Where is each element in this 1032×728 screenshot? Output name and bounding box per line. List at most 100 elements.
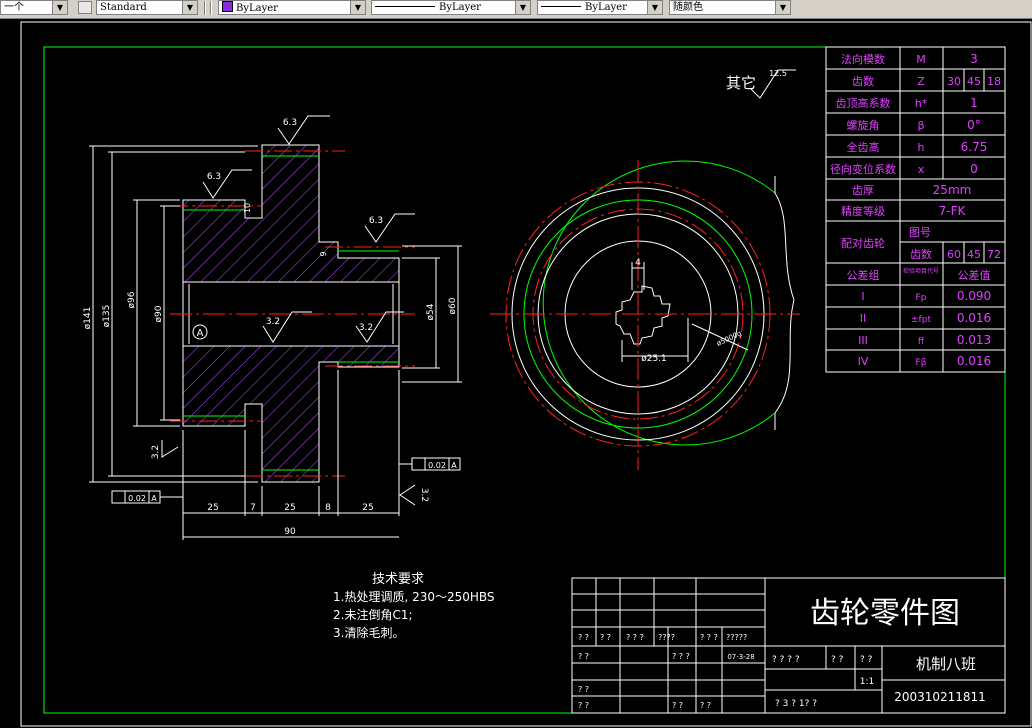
title-cell: ? ? — [860, 655, 873, 665]
dim-9: 9 — [319, 251, 328, 256]
roughness-3-2: 3.2 — [419, 488, 429, 502]
lineweight-value: ByLayer — [585, 2, 627, 13]
chevron-down-icon[interactable]: ▼ — [52, 1, 67, 14]
layer-value: ByLayer — [236, 3, 278, 14]
spec-row-value: 45 — [967, 75, 981, 88]
runout-value-2: 0.02 — [428, 461, 446, 470]
gear-section-view[interactable] — [170, 144, 415, 483]
spec-tol-symbol: ff — [918, 337, 925, 347]
layer-color-dropdown[interactable]: ByLayer ▼ — [218, 0, 366, 15]
bore-dia-25: ø25.1 — [641, 354, 667, 364]
roughness-6-3: 6.3 — [207, 172, 221, 182]
datum-label: A — [197, 328, 204, 339]
linetype-value: ByLayer — [439, 2, 481, 13]
sheet-info: ? 3 ? 1? ? — [775, 699, 817, 709]
spec-precision-value: 7-FK — [939, 204, 967, 218]
text-style-icon[interactable] — [78, 1, 92, 14]
spec-row-label: 法向模数 — [841, 52, 885, 66]
dim-25c: 25 — [362, 503, 373, 513]
spec-row-label: 全齿高 — [847, 140, 880, 154]
spec-thickness-label: 齿厚 — [852, 184, 874, 197]
dim-dia-90: ø90 — [154, 305, 164, 322]
drawing-scale: 1:1 — [860, 677, 874, 687]
linetype-sample-icon — [375, 6, 435, 7]
chevron-down-icon[interactable]: ▼ — [647, 1, 662, 14]
color-swatch-icon — [222, 1, 233, 12]
spec-mating-teeth-value: 60 — [947, 248, 961, 261]
dim-8: 8 — [325, 503, 331, 513]
title-cell: ? ? — [578, 633, 589, 642]
title-cell: ? ? ? — [672, 652, 690, 661]
spec-row-value: 3 — [970, 52, 978, 66]
chevron-down-icon[interactable]: ▼ — [182, 1, 197, 14]
spec-mating-label: 配对齿轮 — [841, 236, 885, 250]
gear-front-view[interactable] — [490, 160, 800, 470]
spec-tol-value: 0.013 — [957, 333, 991, 347]
dim-10: 10 — [243, 203, 252, 213]
spec-row-symbol: x — [918, 163, 925, 176]
runout-value-1: 0.02 — [128, 494, 146, 503]
plot-style-dropdown[interactable]: 随颜色 ▼ — [669, 0, 791, 15]
dim-25a: 25 — [207, 503, 218, 513]
spec-tol-group: I — [861, 290, 864, 303]
spec-tol-value: 0.090 — [957, 289, 991, 303]
spec-tol-value-label: 公差值 — [958, 268, 991, 282]
properties-toolbar: 一个 ▼ Standard ▼ ByLayer ▼ ByLayer ▼ ByLa… — [0, 0, 1032, 19]
roughness-symbols — [161, 69, 796, 506]
title-cell: ???? — [658, 633, 675, 642]
spec-tol-value: 0.016 — [957, 354, 991, 368]
spec-row-label: 径向变位系数 — [830, 162, 896, 176]
dim-90: 90 — [284, 527, 296, 537]
runout-datum-2: A — [451, 461, 457, 470]
title-cell: ? ? — [672, 701, 683, 710]
student-number: 200310211811 — [894, 690, 986, 704]
dim-7: 7 — [250, 503, 256, 513]
title-cell: ? ? — [831, 655, 844, 665]
spec-row-label: 齿顶高系数 — [836, 96, 891, 110]
spec-drawing-no-label: 图号 — [909, 226, 931, 239]
spec-tol-value: 0.016 — [957, 311, 991, 325]
title-cell: ????? — [726, 633, 747, 642]
spec-row-symbol: h* — [915, 97, 928, 110]
spec-tol-item-label: 检验项目代号 — [903, 267, 939, 275]
first-dropdown-value: 一个 — [4, 2, 24, 13]
lineweight-sample-icon — [541, 6, 581, 7]
drawing-canvas[interactable]: ø141 ø135 ø96 ø90 ø54 ø60 10 9 25 7 25 8… — [0, 18, 1032, 728]
spec-tol-group: IV — [858, 355, 869, 368]
spline-bore — [615, 285, 671, 345]
spec-row-symbol: h — [918, 141, 925, 154]
roughness-6-3: 6.3 — [283, 118, 297, 128]
tech-req-item-3: 3.清除毛刺。 — [333, 625, 404, 640]
spec-row-symbol: Z — [917, 75, 925, 88]
plot-style-value: 随颜色 — [673, 2, 703, 13]
spec-mating-teeth-label: 齿数 — [910, 248, 932, 261]
spec-tol-symbol: Fβ — [916, 358, 927, 368]
spec-row-label: 齿数 — [852, 75, 874, 88]
spec-row-value: 0° — [967, 118, 981, 132]
lineweight-dropdown[interactable]: ByLayer ▼ — [537, 0, 663, 15]
chevron-down-icon[interactable]: ▼ — [775, 1, 790, 14]
spec-tol-group: II — [860, 312, 867, 325]
spec-row-value: 0 — [970, 162, 978, 176]
spec-row-label: 螺旋角 — [847, 118, 880, 132]
runout-datum-1: A — [151, 494, 157, 503]
spec-tol-symbol: Fp — [916, 293, 927, 303]
spec-row-value: 1 — [970, 96, 978, 110]
dim-dia-60: ø60 — [448, 297, 458, 314]
title-cell: ? ? — [700, 701, 711, 710]
spec-tol-group-label: 公差组 — [847, 268, 880, 282]
text-style-dropdown[interactable]: Standard ▼ — [96, 0, 198, 15]
title-cell: ? ? — [578, 652, 589, 661]
chevron-down-icon[interactable]: ▼ — [350, 1, 365, 14]
spec-thickness-value: 25mm — [933, 183, 972, 197]
linetype-dropdown[interactable]: ByLayer ▼ — [371, 0, 531, 15]
title-cell: ? ? ? — [700, 633, 718, 642]
spec-row-symbol: β — [917, 119, 924, 132]
chevron-down-icon[interactable]: ▼ — [515, 1, 530, 14]
spec-row-value: 6.75 — [961, 140, 988, 154]
roughness-3-2: 3.2 — [266, 317, 280, 327]
title-cell: ? ? — [578, 685, 589, 694]
first-dropdown[interactable]: 一个 ▼ — [0, 0, 68, 15]
roughness-6-3: 6.3 — [369, 216, 383, 226]
spec-tol-group: III — [858, 334, 868, 347]
